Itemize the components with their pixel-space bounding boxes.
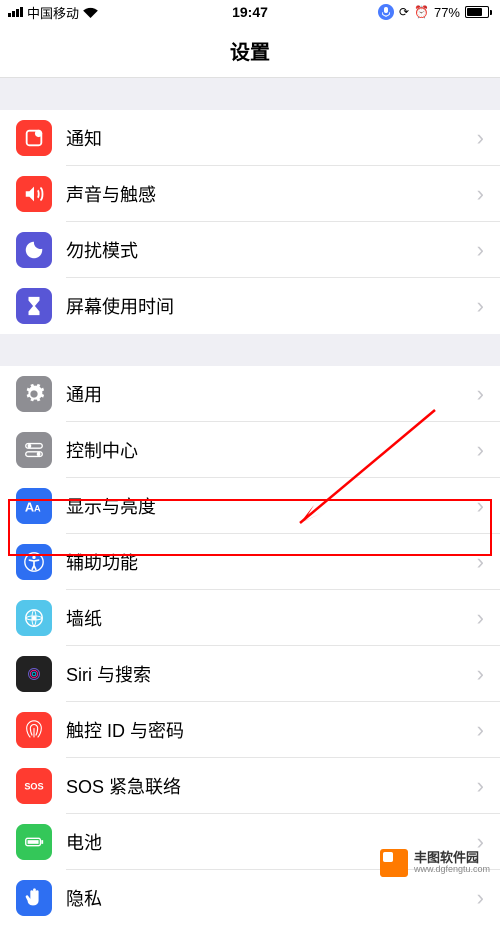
accessibility-icon <box>16 544 52 580</box>
item-label: SOS 紧急联络 <box>66 773 477 799</box>
page-title: 设置 <box>0 24 500 78</box>
settings-item-display[interactable]: 显示与亮度› <box>0 478 500 534</box>
item-label: 控制中心 <box>66 437 477 463</box>
settings-item-general[interactable]: 通用› <box>0 366 500 422</box>
battery-percent: 77% <box>434 5 460 20</box>
gear-icon <box>16 376 52 412</box>
item-label: Siri 与搜索 <box>66 661 477 687</box>
notifications-icon <box>16 120 52 156</box>
status-time: 19:47 <box>232 4 268 20</box>
battery-icon <box>16 824 52 860</box>
hourglass-icon <box>16 288 52 324</box>
sound-icon <box>16 176 52 212</box>
item-label: 墙纸 <box>66 605 477 631</box>
item-label: 触控 ID 与密码 <box>66 717 477 743</box>
status-bar: 中国移动 19:47 ⟳ ⏰ 77% <box>0 0 500 24</box>
alarm-icon: ⏰ <box>414 5 429 19</box>
item-label: 屏幕使用时间 <box>66 293 477 319</box>
chevron-right-icon: › <box>477 181 484 207</box>
settings-item-screentime[interactable]: 屏幕使用时间› <box>0 278 500 334</box>
chevron-right-icon: › <box>477 381 484 407</box>
item-label: 通知 <box>66 125 477 151</box>
chevron-right-icon: › <box>477 717 484 743</box>
wifi-icon <box>83 7 98 18</box>
signal-icon <box>8 7 23 17</box>
fingerprint-icon <box>16 712 52 748</box>
chevron-right-icon: › <box>477 605 484 631</box>
lock-icon: ⟳ <box>399 5 409 19</box>
settings-item-dnd[interactable]: 勿扰模式› <box>0 222 500 278</box>
settings-item-control[interactable]: 控制中心› <box>0 422 500 478</box>
wallpaper-icon <box>16 600 52 636</box>
chevron-right-icon: › <box>477 293 484 319</box>
chevron-right-icon: › <box>477 661 484 687</box>
chevron-right-icon: › <box>477 773 484 799</box>
switches-icon <box>16 432 52 468</box>
item-label: 辅助功能 <box>66 549 477 575</box>
item-label: 声音与触感 <box>66 181 477 207</box>
voice-icon <box>378 4 394 20</box>
settings-item-sos[interactable]: SOS 紧急联络› <box>0 758 500 814</box>
moon-icon <box>16 232 52 268</box>
sos-icon <box>16 768 52 804</box>
carrier-label: 中国移动 <box>27 3 79 22</box>
settings-item-wallpaper[interactable]: 墙纸› <box>0 590 500 646</box>
chevron-right-icon: › <box>477 493 484 519</box>
settings-item-privacy[interactable]: 隐私› <box>0 870 500 926</box>
chevron-right-icon: › <box>477 437 484 463</box>
hand-icon <box>16 880 52 916</box>
item-label: 通用 <box>66 381 477 407</box>
settings-item-siri[interactable]: Siri 与搜索› <box>0 646 500 702</box>
chevron-right-icon: › <box>477 237 484 263</box>
chevron-right-icon: › <box>477 125 484 151</box>
watermark-logo-icon <box>380 849 408 877</box>
battery-icon <box>465 6 492 18</box>
settings-item-accessibility[interactable]: 辅助功能› <box>0 534 500 590</box>
watermark-url: www.dgfengtu.com <box>414 865 490 875</box>
watermark: 丰图软件园 www.dgfengtu.com <box>380 849 490 877</box>
text-size-icon <box>16 488 52 524</box>
item-label: 显示与亮度 <box>66 493 477 519</box>
settings-item-notifications[interactable]: 通知› <box>0 110 500 166</box>
watermark-name: 丰图软件园 <box>414 851 490 865</box>
settings-item-touchid[interactable]: 触控 ID 与密码› <box>0 702 500 758</box>
item-label: 勿扰模式 <box>66 237 477 263</box>
siri-icon <box>16 656 52 692</box>
settings-item-sound[interactable]: 声音与触感› <box>0 166 500 222</box>
chevron-right-icon: › <box>477 549 484 575</box>
